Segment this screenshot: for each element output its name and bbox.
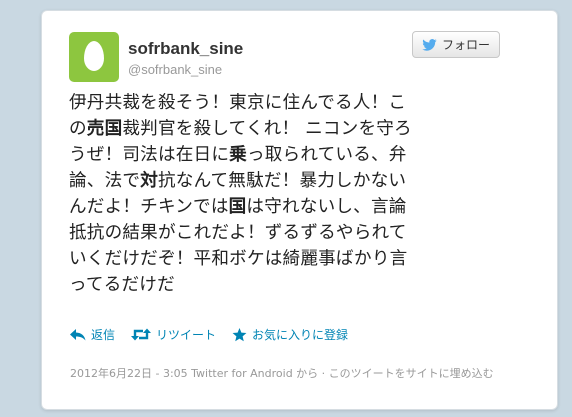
meta-separator: · [321,367,329,380]
tweet-text-bold: 国 [228,197,247,217]
tweet-text-segment: いくだけだぞ！平和ボケは綺麗事ばかり言 [69,249,408,269]
source-link[interactable]: Twitter for Android [191,367,293,380]
tweet-text-bold: 乗 [229,145,247,165]
source-suffix: から [296,367,319,380]
tweet-text-segment: ってるだけだ [69,275,175,295]
tweet-card: sofrbank_sine @sofrbank_sine フォロー 伊丹共裁を殺… [41,10,558,410]
tweet-line: の売国裁判官を殺してくれ！ ニコンを守ろ [69,116,521,142]
reply-button[interactable]: 返信 [70,326,115,343]
tweet-line: んだよ！チキンでは国は守れないし、言論 [69,194,521,220]
tweet-line: 伊丹共裁を殺そう！東京に住んでる人！こ [69,90,521,116]
tweet-text-segment: んだよ！チキンでは [69,197,229,217]
tweet-line: うぜ！司法は在日に乗っ取られている、弁 [69,142,521,168]
avatar[interactable] [69,32,119,82]
favorite-label: お気に入りに登録 [252,328,349,342]
timestamp-link[interactable]: 2012年6月22日 - 3:05 [70,367,188,380]
egg-icon [84,41,104,71]
tweet-text-segment: 抗なんて無駄だ！暴力しかない [157,171,407,191]
tweet-line: ってるだけだ [69,272,521,298]
screen-name[interactable]: @sofrbank_sine [128,62,222,77]
tweet-text-segment: 抵抗の結果がこれだよ！ずるずるやられて [69,223,407,243]
tweet-text-segment: 裁判官を殺してくれ！ ニコンを守ろ [122,119,412,139]
tweet-text-segment: は守れないし、言論 [246,197,407,217]
reply-arrow-icon [70,328,86,340]
retweet-label: リツイート [156,328,217,342]
retweet-button[interactable]: リツイート [131,326,216,343]
tweet-line: 抵抗の結果がこれだよ！ずるずるやられて [69,220,521,246]
tweet-line: いくだけだぞ！平和ボケは綺麗事ばかり言 [69,246,521,272]
tweet-text-bold: 対 [140,171,158,191]
tweet-text: 伊丹共裁を殺そう！東京に住んでる人！こ の売国裁判官を殺してくれ！ ニコンを守ろう… [69,90,521,298]
tweet-text-segment: の [69,119,87,139]
tweet-text-bold: 売国 [86,119,123,139]
tweet-actions: 返信 リツイート お気に入りに登録 [70,326,364,343]
tweet-text-segment: うぜ！司法は在日に [69,145,230,165]
embed-link[interactable]: このツイートをサイトに埋め込む [329,367,494,380]
star-icon [232,327,247,341]
favorite-button[interactable]: お気に入りに登録 [232,326,348,343]
reply-label: 返信 [91,328,116,342]
tweet-text-segment: 論、法で [69,171,141,191]
tweet-text-segment: っ取られている、弁 [246,145,407,165]
follow-label: フォロー [441,38,490,52]
tweet-meta: 2012年6月22日 - 3:05 Twitter for Android から… [70,365,494,381]
twitter-bird-icon [422,38,437,51]
retweet-icon [131,328,152,341]
display-name[interactable]: sofrbank_sine [128,39,243,59]
tweet-line: 論、法で対抗なんて無駄だ！暴力しかない [69,168,521,194]
follow-button[interactable]: フォロー [412,31,500,58]
tweet-text-segment: 伊丹共裁を殺そう！東京に住んでる人！こ [69,93,407,113]
